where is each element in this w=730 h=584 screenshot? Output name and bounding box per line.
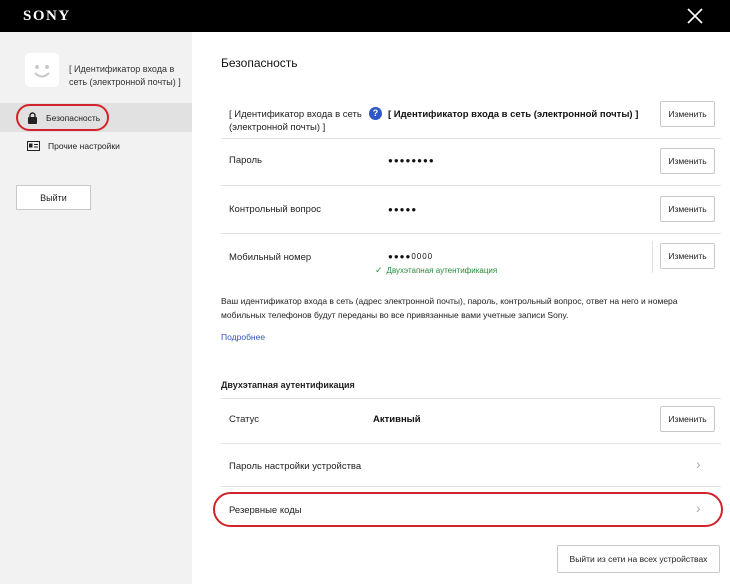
divider <box>221 486 721 487</box>
row-value-mobile-number: ●●●●0000 <box>388 252 434 261</box>
change-security-question-button[interactable]: Изменить <box>660 196 715 222</box>
divider <box>221 398 721 399</box>
account-name: [ Идентификатор входа в сеть (электронно… <box>69 64 181 87</box>
avatar <box>25 53 59 87</box>
row-label-password: Пароль <box>229 155 262 166</box>
check-icon: ✓ <box>375 265 383 275</box>
vertical-divider <box>652 241 653 273</box>
page-title: Безопасность <box>221 56 298 70</box>
help-icon[interactable]: ? <box>369 107 382 120</box>
two-step-enabled-note: ✓ Двухэтапная аутентификация <box>375 265 498 275</box>
change-mobile-number-button[interactable]: Изменить <box>660 243 715 269</box>
row-value-signin-id: [ Идентификатор входа в сеть (электронно… <box>388 109 639 120</box>
row-value-security-question: ●●●●● <box>388 205 418 214</box>
divider <box>221 185 721 186</box>
divider <box>221 233 721 234</box>
highlight-ring-backup-codes <box>213 492 723 527</box>
row-label-signin-id: [ Идентификатор входа в сеть (электронно… <box>229 109 362 133</box>
row-value-password: ●●●●●●●● <box>388 156 435 165</box>
info-text: Ваш идентификатор входа в сеть (адрес эл… <box>221 296 678 320</box>
row-label-status: Статус <box>229 414 260 425</box>
sidebar-item-other-settings[interactable]: Прочие настройки <box>27 141 120 151</box>
close-icon[interactable] <box>685 6 705 26</box>
row-value-status: Активный <box>373 414 421 425</box>
highlight-ring-security <box>16 104 109 131</box>
divider <box>221 443 721 444</box>
id-card-icon <box>27 141 40 151</box>
divider <box>221 138 721 139</box>
row-label-security-question: Контрольный вопрос <box>229 204 321 215</box>
chevron-right-icon: › <box>696 456 701 472</box>
logout-button[interactable]: Выйти <box>16 185 91 210</box>
sidebar-item-label: Прочие настройки <box>48 141 120 151</box>
learn-more-link[interactable]: Подробнее <box>221 332 265 342</box>
change-two-step-status-button[interactable]: Изменить <box>660 406 715 432</box>
smiley-avatar-icon <box>34 65 50 78</box>
device-setup-password-item[interactable]: Пароль настройки устройства <box>229 461 361 472</box>
change-signin-id-button[interactable]: Изменить <box>660 101 715 127</box>
row-label-mobile-number: Мобильный номер <box>229 252 312 263</box>
two-step-section-title: Двухэтапная аутентификация <box>221 380 355 390</box>
change-password-button[interactable]: Изменить <box>660 148 715 174</box>
top-bar: SONY <box>0 0 730 32</box>
logout-all-devices-button[interactable]: Выйти из сети на всех устройствах <box>557 545 720 573</box>
sony-logo: SONY <box>23 8 71 24</box>
